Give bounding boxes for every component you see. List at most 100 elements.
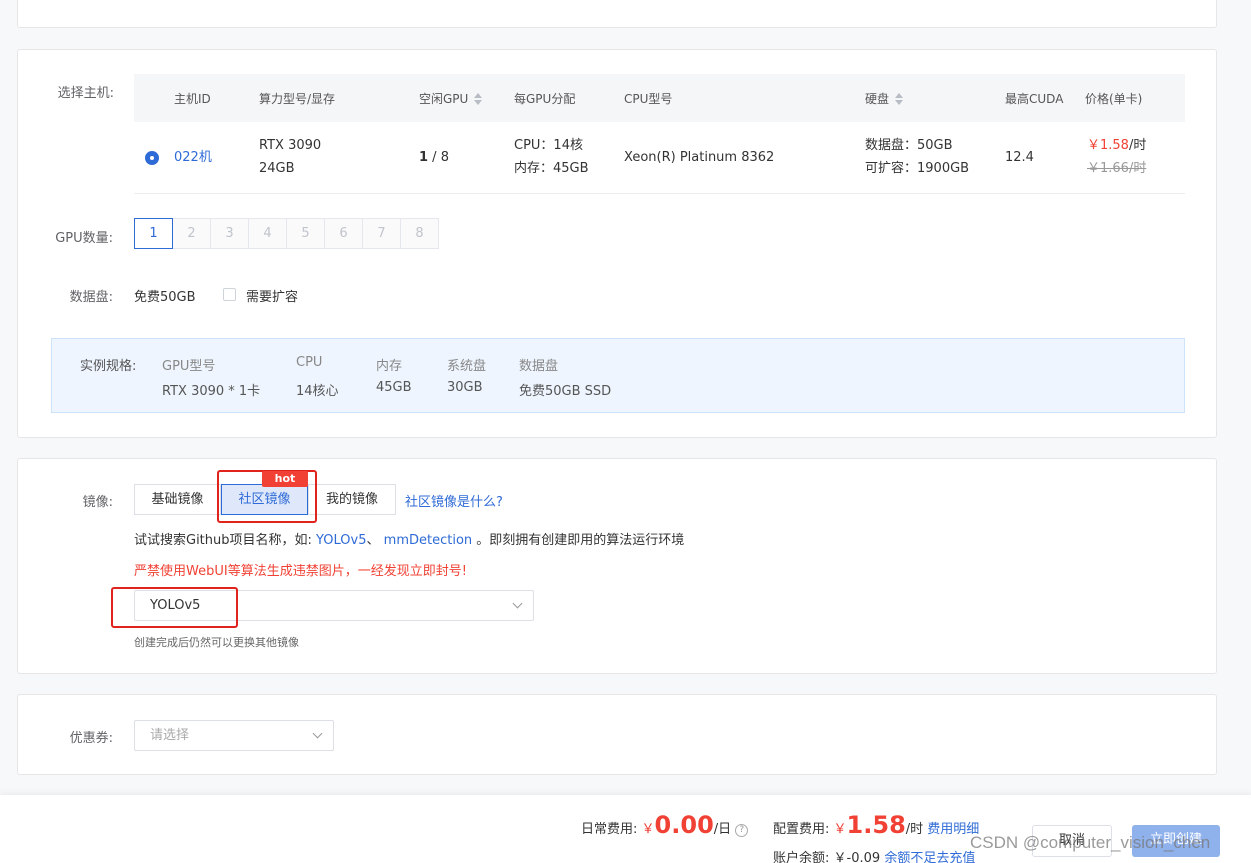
host-section-label: 选择主机: [57, 86, 114, 101]
cpu-alloc: CPU：14核 [514, 138, 583, 153]
data-disk-free: 免费50GB [134, 290, 196, 305]
col-cpu-model: CPU型号 [624, 92, 673, 106]
coupon-select[interactable]: 请选择 [134, 720, 334, 751]
image-label: 镜像: [82, 495, 113, 510]
spec-key-gpu: GPU型号 [162, 359, 216, 374]
gpu-option-3[interactable]: 3 [210, 218, 249, 249]
config-cost: 配置费用: ￥1.58/时 费用明细 [773, 811, 979, 839]
host-table-header: 主机ID 算力型号/显存 空闲GPU 每GPU分配 CPU型号 硬盘 最高CUD… [134, 74, 1185, 122]
image-card: 镜像: 基础镜像 社区镜像 我的镜像 hot 社区镜像是什么? 试试搜索Gith… [17, 458, 1217, 674]
col-price: 价格(单卡) [1085, 92, 1143, 106]
col-per-gpu: 每GPU分配 [514, 92, 576, 106]
instance-spec-label: 实例规格: [80, 359, 137, 374]
coupon-card: 优惠券: 请选择 [17, 694, 1217, 775]
spec-value-gpu: RTX 3090 * 1卡 [162, 384, 261, 399]
daily-currency: ￥ [641, 822, 655, 837]
price-cell: ￥1.58/时 ￥1.66/时 [1087, 134, 1146, 180]
gpu-option-2[interactable]: 2 [172, 218, 211, 249]
host-radio[interactable] [145, 151, 159, 165]
hint-suffix: 。即刻拥有创建即用的算法运行环境 [476, 533, 685, 548]
idle-gpu-count: 1 [419, 150, 429, 165]
chevron-down-icon [512, 598, 523, 609]
chevron-down-icon [312, 728, 323, 739]
daily-unit: /日 [713, 822, 732, 837]
gpu-option-5[interactable]: 5 [286, 218, 325, 249]
gpu-count-label: GPU数量: [55, 231, 113, 246]
balance-value: ￥-0.09 [833, 851, 881, 863]
col-disk[interactable]: 硬盘 [865, 90, 904, 107]
hint-prefix: 试试搜索Github项目名称，如: [134, 533, 312, 548]
price-unit: /时 [1128, 138, 1147, 153]
instance-spec-panel: 实例规格: GPU型号 RTX 3090 * 1卡 CPU 14核心 内存 45… [51, 338, 1185, 413]
coupon-placeholder: 请选择 [150, 728, 190, 743]
gpu-count-selector: 1 2 3 4 5 6 7 8 [134, 218, 439, 249]
spec-key-cpu: CPU [296, 355, 323, 370]
disk-expand: 可扩容：1900GB [865, 161, 970, 176]
col-idle-gpu-label: 空闲GPU [419, 92, 469, 106]
config-unit: /时 [905, 822, 924, 837]
balance-label: 账户余额: [773, 851, 830, 863]
sort-icon[interactable] [895, 93, 904, 105]
model-name: RTX 3090 [259, 138, 322, 153]
community-image-help-link[interactable]: 社区镜像是什么? [405, 491, 503, 510]
hint-link-mmdetection[interactable]: mmDetection [384, 533, 472, 548]
warning-text: 严禁使用WebUI等算法生成违禁图片，一经发现立即封号! [134, 564, 467, 579]
host-table: 主机ID 算力型号/显存 空闲GPU 每GPU分配 CPU型号 硬盘 最高CUD… [134, 74, 1185, 194]
host-id-cell[interactable]: 022机 [174, 146, 212, 169]
disk-cell: 数据盘：50GB 可扩容：1900GB [865, 134, 969, 180]
hint-link-yolov5[interactable]: YOLOv5 [316, 533, 366, 548]
tab-basic-image[interactable]: 基础镜像 [134, 484, 221, 515]
idle-gpu-cell: 1 / 8 [419, 146, 449, 169]
disk-data: 数据盘：50GB [865, 138, 953, 153]
table-row[interactable]: 022机 RTX 3090 24GB 1 / 8 CPU：14核 内存：45GB… [134, 122, 1185, 194]
spec-key-sysdisk: 系统盘 [447, 359, 487, 374]
previous-section-card [17, 0, 1217, 28]
watermark: CSDN @computer_vision_chen [970, 833, 1211, 852]
hot-badge: hot [262, 471, 308, 487]
recharge-link[interactable]: 余额不足去充值 [884, 851, 975, 863]
gpu-option-6[interactable]: 6 [324, 218, 363, 249]
cpu-model-cell: Xeon(R) Platinum 8362 [624, 150, 775, 165]
price-original: ￥1.66/时 [1087, 161, 1147, 176]
image-note: 创建完成后仍然可以更换其他镜像 [134, 636, 299, 649]
daily-cost-label: 日常费用: [581, 822, 638, 837]
data-disk-label: 数据盘: [69, 290, 113, 305]
spec-value-cpu: 14核心 [296, 384, 339, 399]
host-config-card: 选择主机: 主机ID 算力型号/显存 空闲GPU 每GPU分配 CPU型号 硬盘… [17, 49, 1217, 438]
model-memory: 24GB [259, 161, 295, 176]
mem-alloc: 内存：45GB [514, 161, 589, 176]
config-cost-label: 配置费用: [773, 822, 830, 837]
spec-key-datadisk: 数据盘 [519, 359, 559, 374]
spec-value-sysdisk: 30GB [447, 380, 483, 395]
col-disk-label: 硬盘 [865, 92, 890, 106]
gpu-option-4[interactable]: 4 [248, 218, 287, 249]
spec-value-mem: 45GB [376, 380, 412, 395]
gpu-option-8[interactable]: 8 [400, 218, 439, 249]
config-amount: 1.58 [846, 811, 906, 839]
hint-sep: 、 [366, 533, 380, 548]
coupon-label: 优惠券: [69, 731, 113, 746]
model-cell: RTX 3090 24GB [259, 134, 321, 180]
sort-icon[interactable] [474, 93, 483, 105]
col-idle-gpu[interactable]: 空闲GPU [419, 90, 483, 107]
expand-checkbox[interactable] [223, 288, 236, 301]
highlight-box-select [111, 587, 238, 628]
per-gpu-cell: CPU：14核 内存：45GB [514, 134, 589, 180]
spec-key-mem: 内存 [376, 359, 403, 374]
col-model: 算力型号/显存 [259, 92, 336, 106]
gpu-option-1[interactable]: 1 [134, 218, 173, 249]
tab-my-image[interactable]: 我的镜像 [308, 484, 396, 515]
spec-value-datadisk: 免费50GB SSD [519, 384, 612, 399]
balance: 账户余额: ￥-0.09 余额不足去充值 [773, 847, 975, 863]
max-cuda-cell: 12.4 [1005, 150, 1034, 165]
help-icon[interactable]: ? [735, 824, 749, 837]
daily-cost: 日常费用: ￥0.00/日 ? [581, 811, 749, 839]
config-currency: ￥ [833, 822, 847, 837]
gpu-option-7[interactable]: 7 [362, 218, 401, 249]
col-host-id: 主机ID [174, 92, 211, 106]
price-current: ￥1.58 [1087, 138, 1129, 153]
expand-checkbox-label[interactable]: 需要扩容 [246, 286, 298, 305]
search-hint: 试试搜索Github项目名称，如: YOLOv5、 mmDetection 。即… [134, 529, 684, 548]
col-max-cuda: 最高CUDA [1005, 92, 1064, 106]
idle-gpu-total: / 8 [428, 150, 449, 165]
